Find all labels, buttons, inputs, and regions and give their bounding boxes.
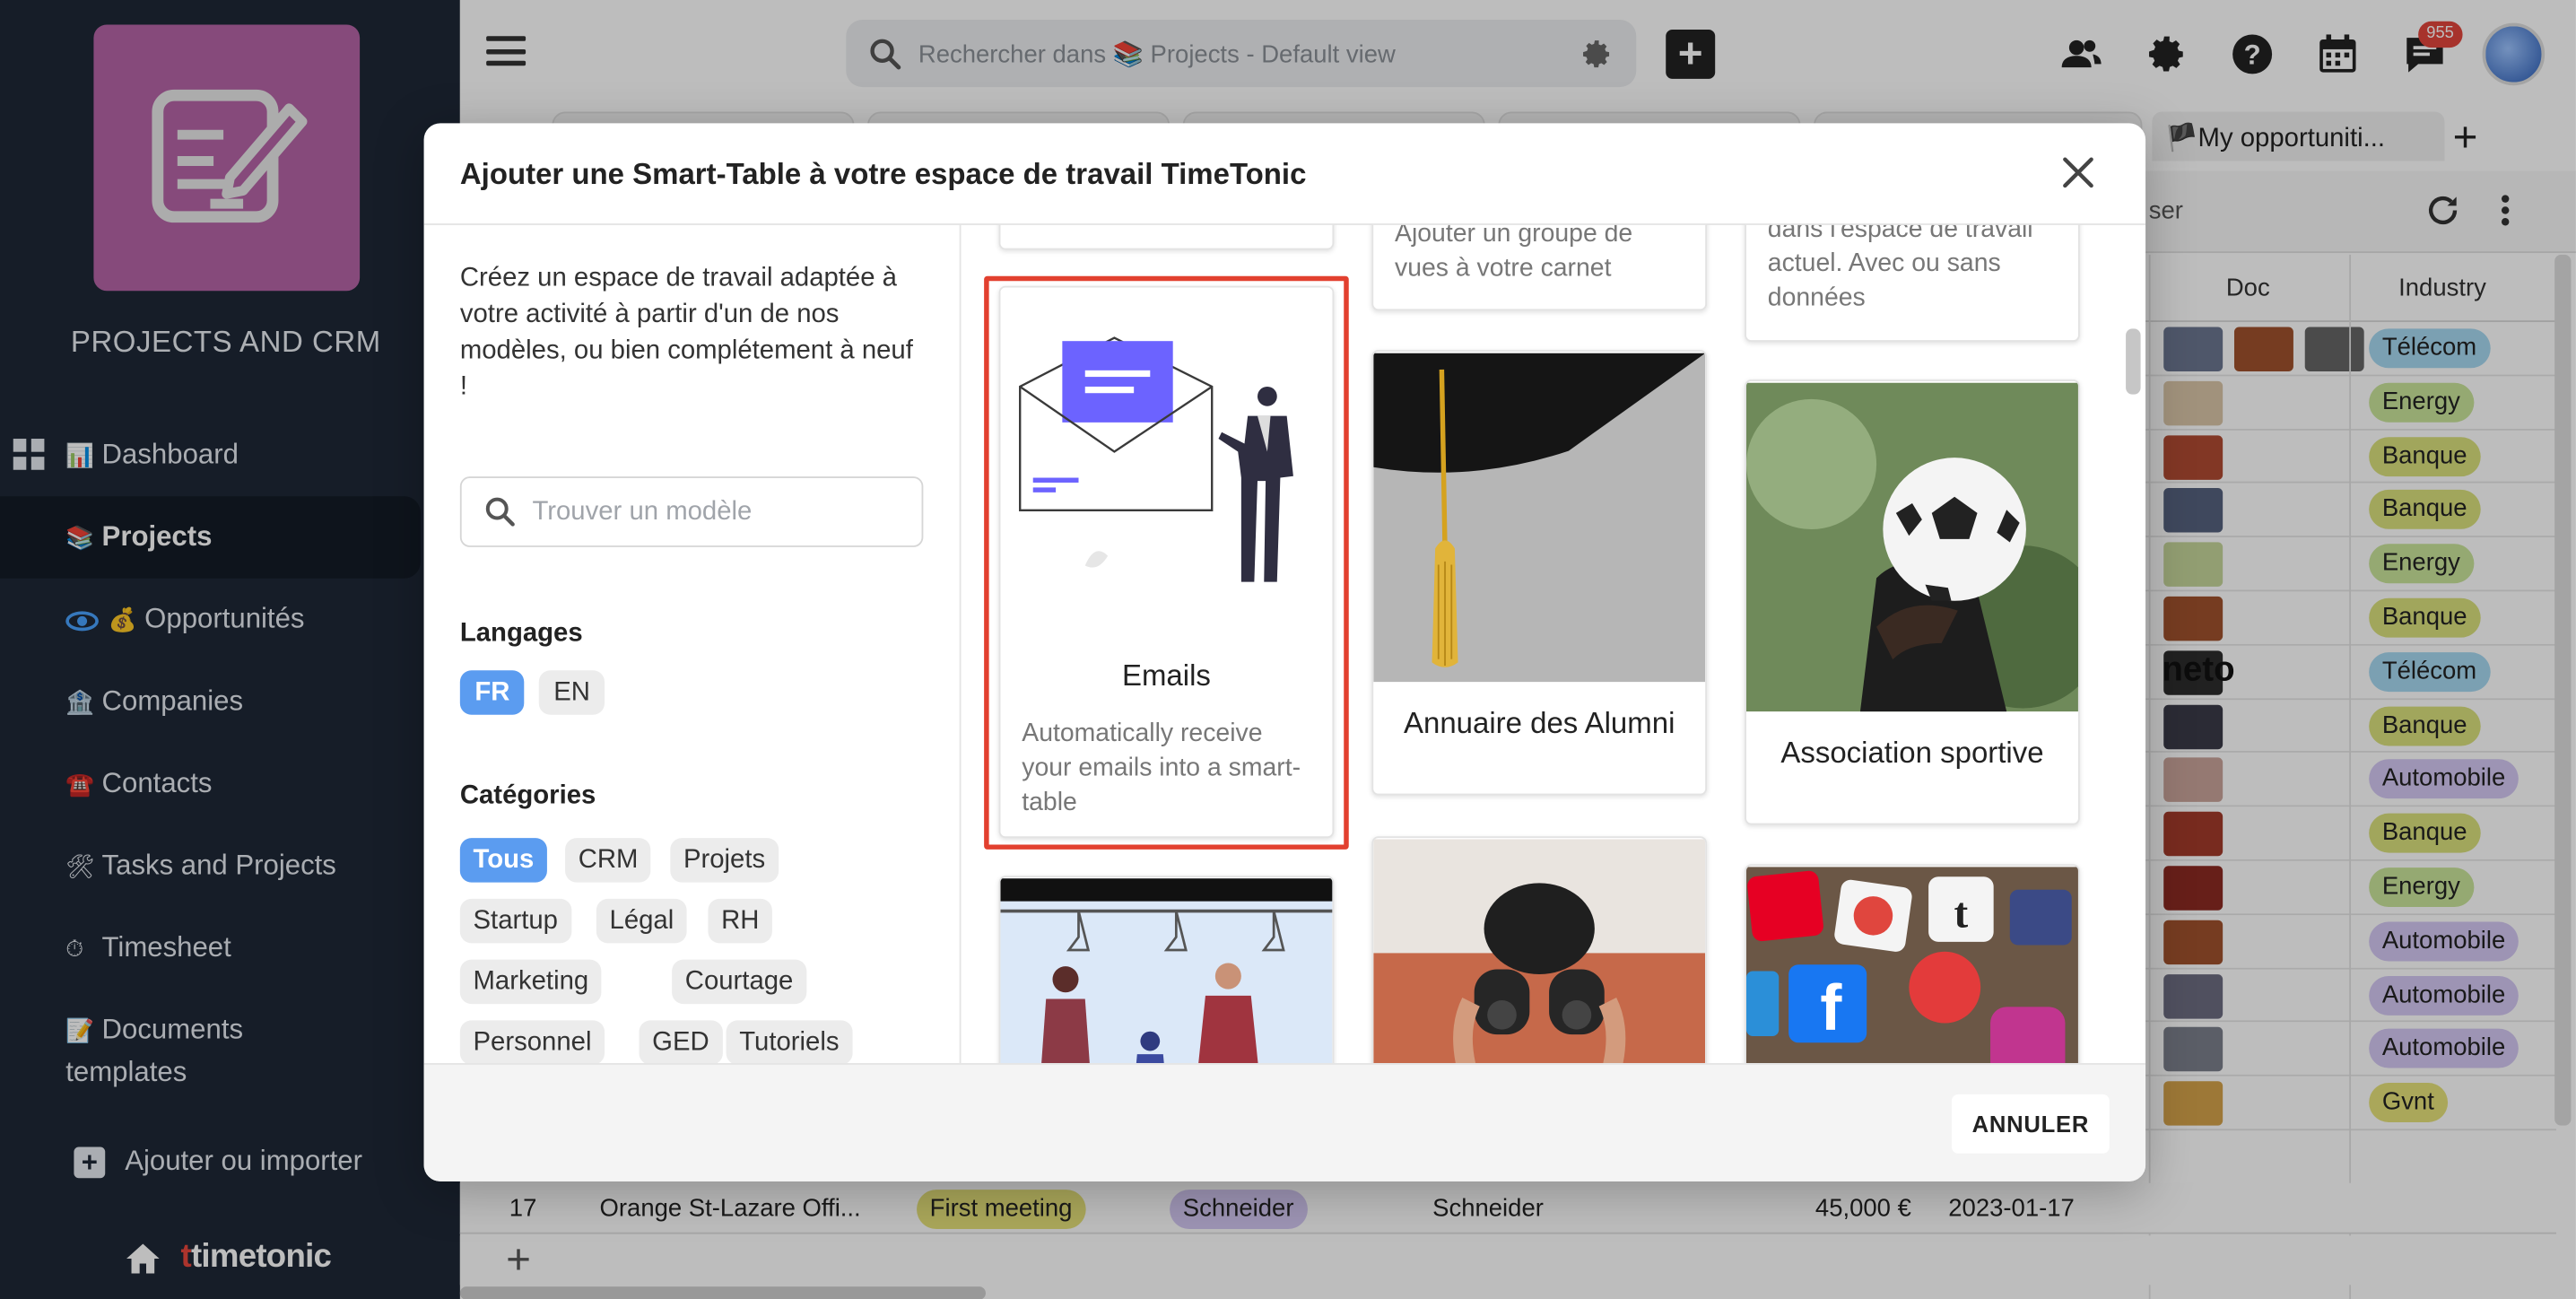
close-icon[interactable] (2062, 156, 2095, 189)
add-smart-table-dialog: Ajouter une Smart-Table à votre espace d… (423, 123, 2146, 1181)
template-card-alumni[interactable]: Annuaire des Alumni (1371, 350, 1708, 796)
category-chip-crm[interactable]: CRM (565, 838, 652, 883)
categories-label: Catégories (459, 781, 596, 810)
category-chip-courtage[interactable]: Courtage (672, 959, 807, 1005)
cancel-button[interactable]: ANNULER (1951, 1094, 2110, 1154)
template-card[interactable] (1371, 836, 1708, 1064)
template-card-title: Association sportive (1780, 736, 2044, 770)
social-media-photo: t f (1745, 867, 2078, 1064)
dialog-footer: ANNULER (423, 1063, 2146, 1181)
graduation-cap-photo (1373, 353, 1706, 683)
template-card-text: Ajouter un groupe de vues à votre carnet (1395, 224, 1633, 283)
football-photo (1745, 382, 2078, 712)
svg-text:f: f (1820, 972, 1842, 1044)
template-filters: Créez un espace de travail adaptée à vot… (424, 224, 962, 1064)
commuters-illustration (1000, 878, 1333, 1064)
category-chip-tutoriels[interactable]: Tutoriels (726, 1020, 853, 1064)
template-card-sport[interactable]: Association sportive (1745, 379, 2080, 825)
template-card-text: dans l'espace de travail actuel. Avec ou… (1767, 224, 2033, 313)
dialog-title: Ajouter une Smart-Table à votre espace d… (459, 157, 1307, 191)
language-chip-fr[interactable]: FR (459, 670, 525, 715)
template-card-title: Annuaire des Alumni (1403, 706, 1675, 740)
template-card[interactable] (998, 224, 1335, 250)
template-grid-scrollbar[interactable] (2126, 328, 2141, 395)
category-chip-ged[interactable]: GED (639, 1020, 723, 1064)
category-chip-marketing[interactable]: Marketing (459, 959, 602, 1005)
category-chip-rh[interactable]: RH (708, 898, 773, 944)
category-chip-projets[interactable]: Projets (670, 838, 779, 883)
template-card[interactable] (998, 876, 1335, 1064)
svg-text:t: t (1954, 891, 1969, 937)
category-chip-startup[interactable]: Startup (459, 898, 571, 944)
category-chip-personnel[interactable]: Personnel (459, 1020, 605, 1064)
template-card[interactable]: t f (1745, 864, 2080, 1064)
category-chip-tous[interactable]: Tous (459, 838, 547, 883)
dialog-header: Ajouter une Smart-Table à votre espace d… (423, 123, 2146, 225)
template-search-input[interactable]: Trouver un modèle (459, 476, 924, 547)
language-chip-en[interactable]: EN (538, 670, 605, 715)
category-chip-legal[interactable]: Légal (596, 898, 687, 944)
dialog-description: Créez un espace de travail adaptée à vot… (459, 264, 913, 401)
template-search-placeholder: Trouver un modèle (532, 497, 753, 526)
template-card-workspace[interactable]: dans l'espace de travail actuel. Avec ou… (1745, 224, 2080, 342)
search-icon (485, 497, 515, 527)
binoculars-photo (1373, 839, 1706, 1064)
languages-label: Langages (459, 619, 583, 648)
template-card-views[interactable]: Ajouter un groupe de vues à votre carnet (1371, 224, 1708, 311)
selected-template-highlight (984, 275, 1349, 850)
